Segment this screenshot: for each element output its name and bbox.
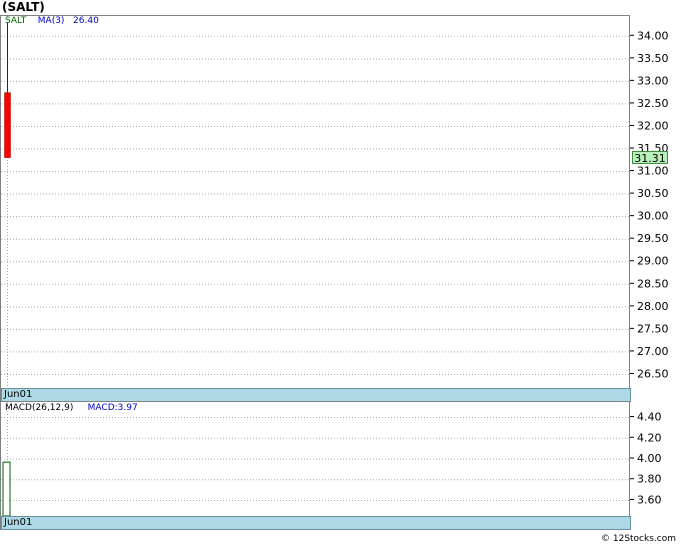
copyright: © 12Stocks.com <box>601 534 676 544</box>
price-tick-label: 32.00 <box>637 119 669 132</box>
price-tick-label: 28.50 <box>637 277 669 290</box>
macd-tick-label: 4.40 <box>637 411 662 424</box>
macd-bar <box>2 461 11 517</box>
price-chart <box>1 16 631 388</box>
price-date-label: Jun01 <box>4 389 33 400</box>
price-tick-label: 33.50 <box>637 52 669 65</box>
macd-tick-label: 3.80 <box>637 473 662 486</box>
price-panel[interactable]: SALT MA(3) 26.40 Jun01 <box>0 15 631 403</box>
candle-body <box>4 92 11 158</box>
price-tick-label: 26.50 <box>637 367 669 380</box>
price-tick-label: 27.50 <box>637 322 669 335</box>
macd-tick-label: 4.20 <box>637 431 662 444</box>
macd-date-label: Jun01 <box>4 517 33 528</box>
macd-legend-value: MACD:3.97 <box>87 403 138 413</box>
chart-title: (SALT) <box>2 0 45 14</box>
macd-tick-label: 3.60 <box>637 493 662 506</box>
price-tick-label: 29.50 <box>637 232 669 245</box>
price-tick-label: 29.00 <box>637 255 669 268</box>
price-y-axis: 34.0033.5033.0032.5032.0031.5031.0030.50… <box>630 29 669 380</box>
macd-legend-label: MACD(26,12,9) <box>5 403 74 413</box>
price-tick-label: 28.00 <box>637 300 669 313</box>
price-tick-label: 34.00 <box>637 29 669 42</box>
price-tick-label: 30.50 <box>637 187 669 200</box>
price-tick-label: 33.00 <box>637 74 669 87</box>
price-tick-label: 30.00 <box>637 210 669 223</box>
macd-legend: MACD(26,12,9) MACD:3.97 <box>5 403 138 413</box>
legend-ma-label: MA(3) <box>37 16 65 26</box>
price-tick-label: 31.00 <box>637 165 669 178</box>
legend-symbol: SALT <box>5 16 27 26</box>
macd-panel[interactable]: MACD(26,12,9) MACD:3.97 Jun01 <box>0 401 631 530</box>
macd-y-axis: 4.40 4.20 4.00 3.80 3.60 <box>630 411 662 506</box>
macd-chart <box>1 402 631 517</box>
price-tick-label: 27.00 <box>637 345 669 358</box>
price-legend: SALT MA(3) 26.40 <box>5 16 99 26</box>
price-date-band: Jun01 <box>1 388 631 402</box>
macd-tick-label: 4.00 <box>637 452 662 465</box>
last-price-badge: 31.31 <box>632 151 668 165</box>
legend-ma-value: 26.40 <box>73 16 99 26</box>
macd-date-band: Jun01 <box>1 516 631 530</box>
price-tick-label: 32.50 <box>637 97 669 110</box>
